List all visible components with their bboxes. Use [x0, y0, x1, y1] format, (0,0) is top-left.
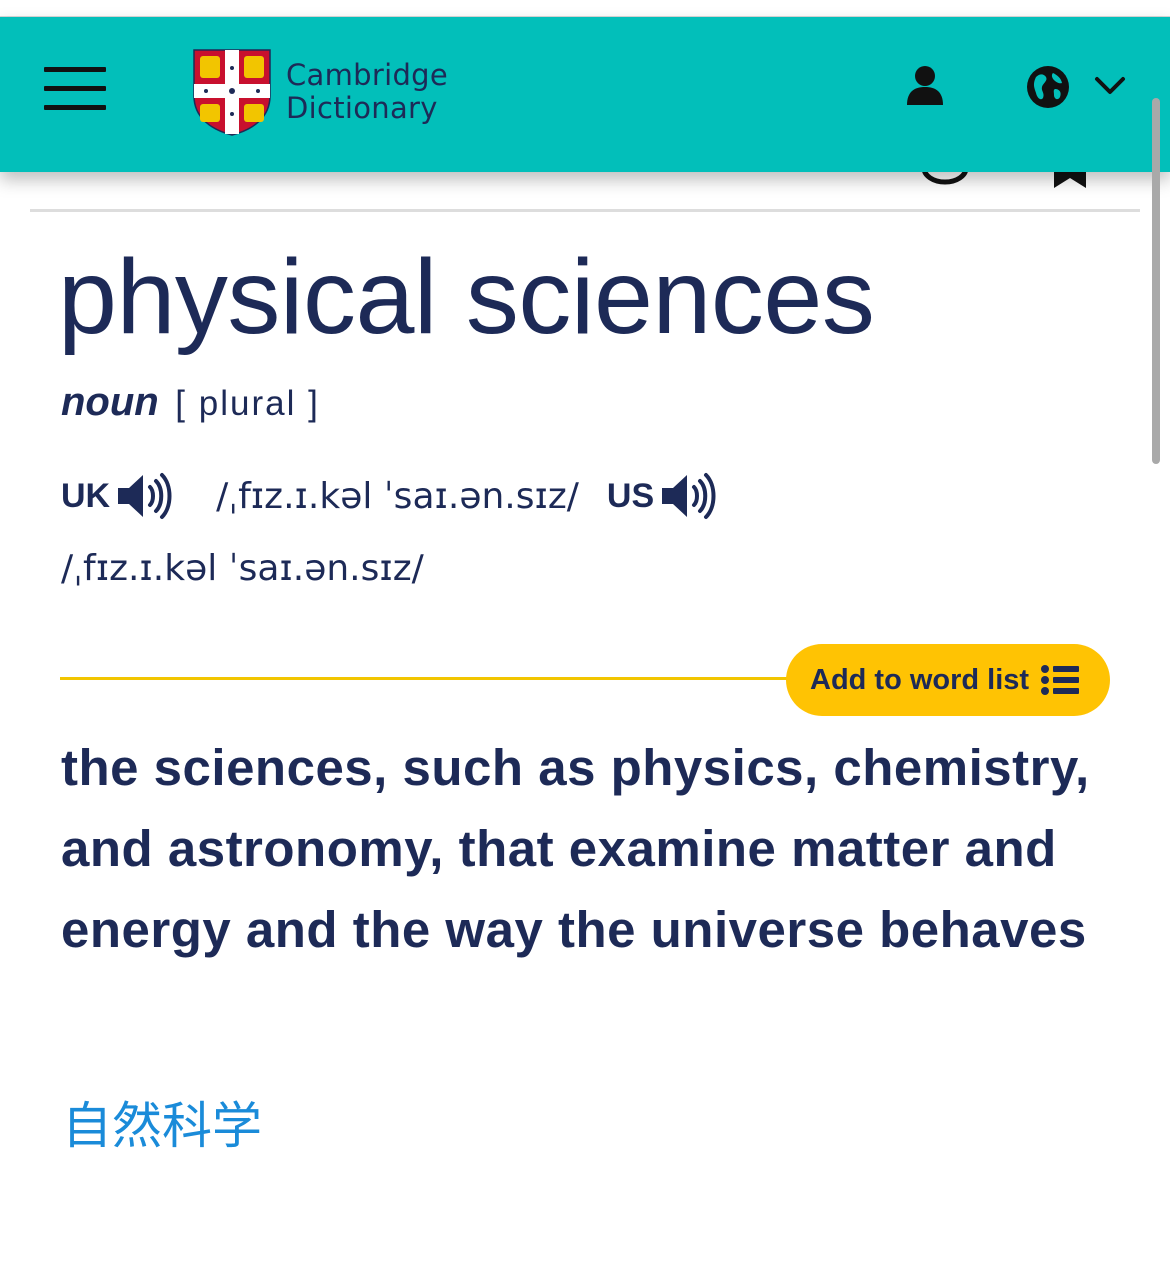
- user-icon[interactable]: [904, 65, 946, 107]
- definition-text: the sciences, such as physics, chemistry…: [61, 739, 1090, 958]
- status-bar-area: [0, 0, 1170, 17]
- grammar-label: [ plural ]: [175, 384, 320, 423]
- add-to-word-list-button[interactable]: Add to word list: [786, 644, 1110, 716]
- uk-audio-speaker-icon[interactable]: [116, 470, 174, 522]
- cambridge-shield-logo: [193, 49, 271, 136]
- globe-icon[interactable]: [1026, 65, 1070, 109]
- add-to-word-list-label: Add to word list: [810, 663, 1030, 696]
- pronunciation-row: UK /ˌfɪz.ɪ.kəl ˈsaɪ.ən.sɪz/ US: [61, 466, 718, 526]
- chevron-down-icon[interactable]: [1094, 75, 1126, 97]
- definition-divider: [60, 677, 800, 680]
- us-ipa: /ˌfɪz.ɪ.kəl ˈsaɪ.ən.sɪz/: [61, 548, 424, 589]
- menu-icon[interactable]: [44, 67, 106, 111]
- logo-line-1: Cambridge: [286, 58, 449, 92]
- uk-label: UK: [61, 476, 111, 515]
- scrollbar[interactable]: [1152, 98, 1160, 464]
- site-logo[interactable]: Cambridge Dictionary: [192, 47, 472, 137]
- us-audio-speaker-icon[interactable]: [660, 470, 718, 522]
- headword: physical sciences: [58, 238, 875, 356]
- uk-ipa: /ˌfɪz.ɪ.kəl ˈsaɪ.ən.sɪz/: [216, 475, 579, 517]
- part-of-speech-line: noun [ plural ]: [61, 380, 320, 425]
- section-divider: [30, 209, 1140, 212]
- part-of-speech: noun: [61, 380, 159, 424]
- logo-wordmark: Cambridge Dictionary: [286, 59, 448, 125]
- site-header: Cambridge Dictionary: [0, 17, 1170, 172]
- us-label: US: [606, 476, 655, 515]
- logo-line-2: Dictionary: [286, 91, 438, 125]
- translation-text: 自然科学: [62, 1097, 262, 1155]
- list-icon: [1041, 665, 1080, 695]
